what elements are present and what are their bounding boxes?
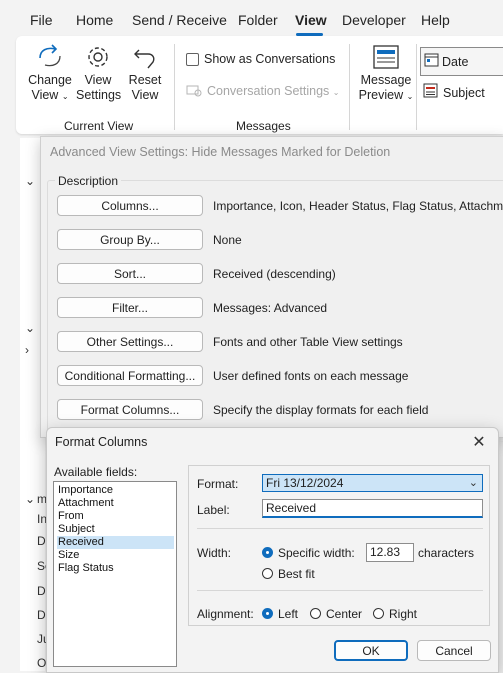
align-center-label: Center [326, 607, 363, 621]
gear-icon [88, 47, 108, 67]
dialog-title: Advanced View Settings: Hide Messages Ma… [50, 145, 391, 159]
subject-icon [423, 83, 438, 98]
list-item[interactable]: Subject [57, 523, 174, 536]
menu-bar: File Home Send / Receive Folder View Dev… [0, 0, 503, 36]
reset-view-label-2: View [131, 88, 159, 102]
characters-label: characters [418, 546, 475, 560]
divider [197, 528, 483, 529]
format-select-value: Fri 13/12/2024 [266, 476, 344, 490]
change-view-label-1: Change [28, 73, 72, 87]
label-input[interactable]: Received [262, 499, 483, 518]
specific-width-label: Specific width: [278, 546, 355, 560]
group-by-desc: None [213, 233, 242, 247]
ok-button[interactable]: OK [334, 640, 408, 661]
list-item[interactable]: From [57, 510, 174, 523]
arrange-date-label: Date [442, 55, 469, 69]
list-item[interactable]: Flag Status [57, 562, 174, 575]
conversation-settings-icon [186, 85, 202, 97]
tab-developer[interactable]: Developer [342, 12, 406, 28]
arrange-subject-option[interactable]: Subject [420, 80, 503, 106]
tab-view[interactable]: View [295, 12, 327, 28]
columns-button[interactable]: Columns... [57, 195, 203, 216]
best-fit-radio[interactable] [262, 568, 273, 579]
label-label: Label: [197, 503, 230, 517]
folder-char: D [37, 608, 46, 622]
align-center-radio[interactable] [310, 608, 321, 619]
dialog-title: Format Columns [55, 435, 148, 449]
reset-view-button[interactable]: Reset View [125, 44, 165, 103]
align-left-radio[interactable] [262, 608, 273, 619]
specific-width-radio[interactable] [262, 547, 273, 558]
message-preview-button[interactable]: Message Preview ⌄ [358, 44, 414, 104]
width-input[interactable]: 12.83 [366, 543, 414, 562]
undo-icon [134, 49, 155, 69]
advanced-view-settings-dialog: Advanced View Settings: Hide Messages Ma… [40, 136, 503, 442]
format-columns-desc: Specify the display formats for each fie… [213, 403, 429, 417]
ribbon-separator-2 [349, 44, 350, 130]
view-settings-label-1: View [84, 73, 112, 87]
tab-folder[interactable]: Folder [238, 12, 278, 28]
columns-desc: Importance, Icon, Header Status, Flag St… [213, 199, 503, 213]
chevron-down-icon: ⌄ [468, 477, 478, 489]
list-item[interactable]: Importance [57, 484, 174, 497]
calendar-icon [424, 53, 439, 67]
format-columns-button[interactable]: Format Columns... [57, 399, 203, 420]
other-settings-button[interactable]: Other Settings... [57, 331, 203, 352]
arrange-subject-label: Subject [443, 86, 485, 100]
ribbon: Change View ⌄ View Settings Reset View C… [16, 36, 503, 134]
change-view-button[interactable]: Change View ⌄ [26, 44, 74, 104]
change-view-label-2: View ⌄ [31, 88, 69, 102]
list-item-selected[interactable]: Received [57, 536, 174, 549]
reset-view-label-1: Reset [128, 73, 162, 87]
alignment-label: Alignment: [197, 607, 254, 621]
message-preview-label-2: Preview ⌄ [358, 88, 414, 102]
arrange-date-option[interactable]: Date [420, 47, 503, 76]
close-icon[interactable]: ✕ [468, 432, 490, 454]
conditional-formatting-button[interactable]: Conditional Formatting... [57, 365, 203, 386]
messages-group-label: Messages [236, 119, 291, 133]
available-fields-label: Available fields: [54, 465, 138, 479]
change-view-icon [39, 44, 61, 67]
format-columns-dialog: Format Columns ✕ Available fields: Impor… [46, 427, 499, 673]
align-right-label: Right [389, 607, 418, 621]
field-properties-panel: Format: Fri 13/12/2024 ⌄ Label: Received… [188, 465, 490, 626]
view-settings-button[interactable]: View Settings [76, 44, 122, 103]
conditional-formatting-desc: User defined fonts on each message [213, 369, 409, 383]
best-fit-label: Best fit [278, 567, 315, 581]
sort-button[interactable]: Sort... [57, 263, 203, 284]
folder-char: D [37, 584, 46, 598]
ribbon-separator-3 [416, 44, 417, 130]
message-preview-label-1: Message [360, 73, 412, 87]
tab-send-receive[interactable]: Send / Receive [132, 12, 227, 28]
description-legend: Description [55, 174, 122, 188]
folder-char: O [37, 656, 47, 670]
available-fields-list[interactable]: Importance Attachment From Subject Recei… [53, 481, 177, 667]
current-view-group-label: Current View [64, 119, 134, 133]
show-as-conversations-label: Show as Conversations [204, 52, 336, 66]
conversation-settings-button[interactable]: Conversation Settings ⌄ [207, 84, 339, 98]
folder-char: D [37, 534, 46, 548]
group-by-button[interactable]: Group By... [57, 229, 203, 250]
list-item[interactable]: Attachment [57, 497, 174, 510]
tab-file[interactable]: File [30, 12, 53, 28]
format-select[interactable]: Fri 13/12/2024 ⌄ [262, 474, 483, 492]
list-item[interactable]: Size [57, 549, 174, 562]
show-as-conversations-checkbox[interactable] [186, 53, 199, 66]
ribbon-separator [174, 44, 175, 130]
width-label: Width: [197, 546, 232, 560]
divider [197, 590, 483, 591]
align-right-radio[interactable] [373, 608, 384, 619]
message-preview-icon [373, 45, 399, 69]
other-settings-desc: Fonts and other Table View settings [213, 335, 403, 349]
tab-help[interactable]: Help [421, 12, 450, 28]
tab-home[interactable]: Home [76, 12, 113, 28]
filter-button[interactable]: Filter... [57, 297, 203, 318]
sort-desc: Received (descending) [213, 267, 336, 281]
cancel-button[interactable]: Cancel [417, 640, 491, 661]
view-settings-label-2: Settings [76, 88, 122, 102]
filter-desc: Messages: Advanced [213, 301, 328, 315]
format-label: Format: [197, 477, 239, 491]
align-left-label: Left [278, 607, 299, 621]
